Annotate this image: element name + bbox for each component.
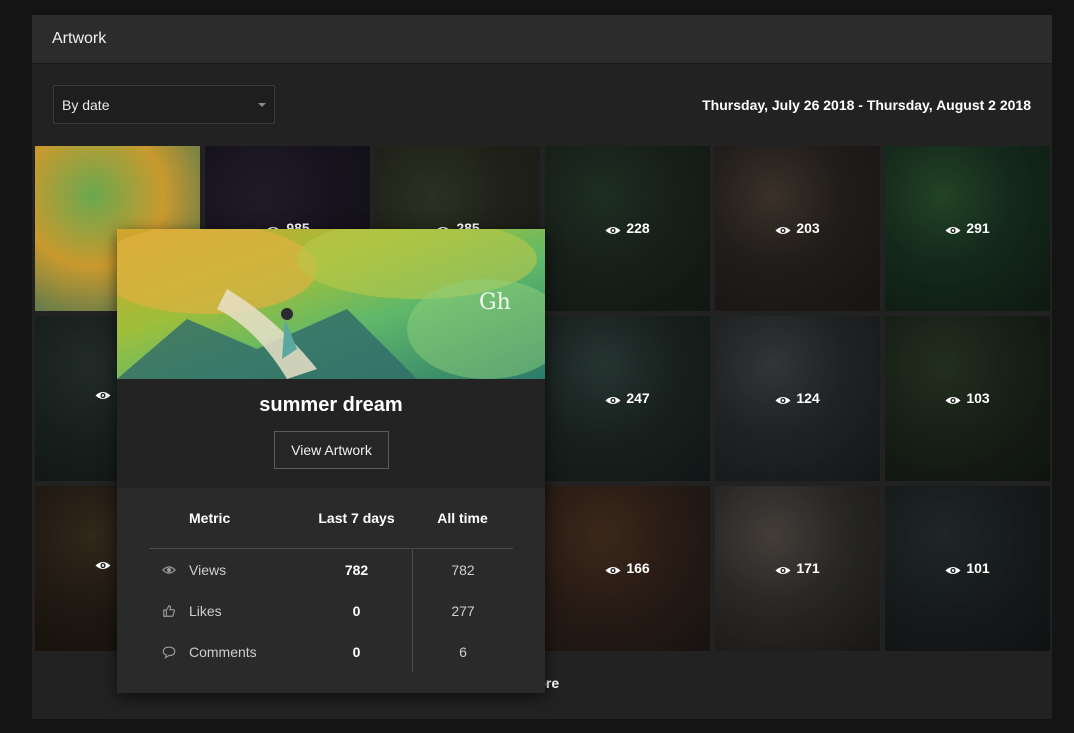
chevron-down-icon xyxy=(258,102,266,107)
artwork-thumbnail[interactable]: 101 xyxy=(885,486,1050,651)
artwork-thumbnail[interactable]: 124 xyxy=(715,316,880,481)
artwork-thumbnail[interactable]: 166 xyxy=(545,486,710,651)
view-count: 203 xyxy=(715,220,880,236)
table-row: Likes 0 277 xyxy=(149,590,513,631)
eye-icon xyxy=(775,393,791,404)
date-range: Thursday, July 26 2018 - Thursday, Augus… xyxy=(702,96,1031,113)
eye-icon xyxy=(945,393,961,404)
metric-alltime: 782 xyxy=(412,549,513,590)
eye-icon xyxy=(605,223,621,234)
metric-last7: 0 xyxy=(352,643,361,660)
table-row: Views 782 782 xyxy=(149,549,513,590)
view-count-value: 124 xyxy=(796,390,820,406)
metric-alltime: 6 xyxy=(412,631,513,672)
header-last7: Last 7 days xyxy=(318,510,395,526)
metric-alltime: 277 xyxy=(412,590,513,631)
svg-text:Gh: Gh xyxy=(479,290,511,315)
thumbs-up-icon xyxy=(149,604,189,618)
eye-icon xyxy=(945,563,961,574)
view-count-value: 247 xyxy=(626,390,650,406)
artwork-thumbnail[interactable]: 247 xyxy=(545,316,710,481)
panel-header: Artwork xyxy=(32,15,1052,64)
metric-last7: 0 xyxy=(352,602,361,619)
view-count-value: 166 xyxy=(626,560,650,576)
metrics-table: Metric Last 7 days All time Views 782 78… xyxy=(149,488,513,672)
eye-icon xyxy=(605,393,621,404)
eye-icon xyxy=(605,563,621,574)
artwork-thumbnail[interactable]: 171 xyxy=(715,486,880,651)
view-count: 171 xyxy=(715,560,880,576)
artwork-thumbnail[interactable]: 291 xyxy=(885,146,1050,311)
table-row: Comments 0 6 xyxy=(149,631,513,672)
header-metric: Metric xyxy=(189,510,231,526)
artwork-thumbnail[interactable]: 228 xyxy=(545,146,710,311)
view-count-value: 203 xyxy=(796,220,820,236)
artwork-popover: Gh summer dream View Artwork Metric Last… xyxy=(117,229,545,693)
toolbar: By date Thursday, July 26 2018 - Thursda… xyxy=(53,85,1031,124)
metric-last7: 782 xyxy=(344,561,369,578)
eye-icon xyxy=(775,223,791,234)
panel-title: Artwork xyxy=(52,30,107,47)
metric-label: Comments xyxy=(189,643,257,660)
view-count-value: 103 xyxy=(966,390,990,406)
metric-label: Likes xyxy=(189,602,222,619)
metrics-header-row: Metric Last 7 days All time xyxy=(149,488,513,549)
artwork-thumbnail[interactable]: 203 xyxy=(715,146,880,311)
view-count: 247 xyxy=(545,390,710,406)
view-artwork-button[interactable]: View Artwork xyxy=(274,431,389,469)
sort-select[interactable]: By date xyxy=(53,85,275,124)
artwork-title: summer dream xyxy=(259,394,403,416)
view-count-value: 291 xyxy=(966,220,990,236)
artwork-thumbnail[interactable]: 103 xyxy=(885,316,1050,481)
view-count-value: 228 xyxy=(626,220,650,236)
artwork-preview-image[interactable]: Gh xyxy=(117,229,545,379)
view-count: 228 xyxy=(545,220,710,236)
view-count: 124 xyxy=(715,390,880,406)
view-count-value: 171 xyxy=(796,560,820,576)
metric-label: Views xyxy=(189,561,227,578)
header-alltime: All time xyxy=(437,510,488,526)
view-count: 101 xyxy=(885,560,1050,576)
eye-icon xyxy=(945,223,961,234)
view-count: 291 xyxy=(885,220,1050,236)
sort-select-value: By date xyxy=(62,96,110,113)
view-count: 103 xyxy=(885,390,1050,406)
comment-icon xyxy=(149,645,189,659)
eye-icon xyxy=(149,563,189,577)
view-count: 166 xyxy=(545,560,710,576)
view-count-value: 101 xyxy=(966,560,990,576)
eye-icon xyxy=(775,563,791,574)
